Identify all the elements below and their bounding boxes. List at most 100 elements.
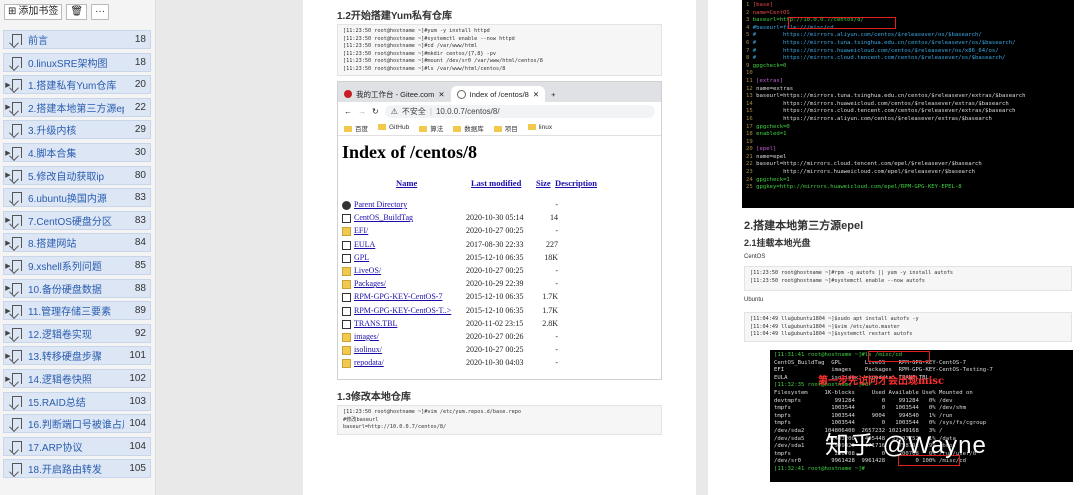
- bookmark-link[interactable]: 项目: [493, 123, 518, 133]
- listing-row: RPM-GPG-KEY-CentOS-7 2015-12-10 06:35 1.7K: [342, 292, 657, 304]
- entry-link[interactable]: EULA: [354, 240, 375, 249]
- line-text: # https://mirrors.tuna.tsinghua.edu.cn/c…: [752, 39, 1016, 46]
- column-size-link[interactable]: Size: [536, 178, 551, 188]
- line-number: 16: [746, 115, 753, 122]
- sidebar-item[interactable]: 0.linuxSRE架构图 18: [3, 52, 151, 72]
- sidebar-item-label: 1.搭建私有Yum仓库: [28, 81, 117, 93]
- entry-date: 2015-12-10 06:35: [466, 252, 524, 262]
- more-button[interactable]: ···: [91, 4, 110, 20]
- terminal-line: 24 gpgcheck=1: [746, 177, 1070, 185]
- globe-icon: [456, 89, 466, 99]
- sidebar-item[interactable]: 18.开启路由转发 105: [3, 459, 151, 479]
- line-number: 14: [746, 100, 753, 107]
- column-description-link[interactable]: Description: [555, 178, 597, 188]
- label-ubuntu: Ubuntu: [744, 297, 764, 303]
- close-icon[interactable]: ✕: [438, 90, 444, 99]
- new-tab-button[interactable]: +: [545, 86, 561, 102]
- entry-link[interactable]: images/: [354, 332, 379, 341]
- entry-link[interactable]: isolinux/: [354, 345, 382, 354]
- reload-icon[interactable]: ↻: [372, 107, 379, 116]
- bookmark-icon: [12, 463, 22, 475]
- bookmark-link[interactable]: linux: [527, 124, 552, 131]
- sidebar-item[interactable]: ▶ 8.搭建网站 84: [3, 233, 151, 253]
- tab-index[interactable]: Index of /centos/8 ✕: [450, 86, 546, 102]
- entry-link[interactable]: Packages/: [354, 279, 386, 288]
- sidebar-item-label: 2.搭建本地第三方源epel: [28, 103, 124, 115]
- gitee-icon: [344, 90, 352, 98]
- sidebar-item[interactable]: ▶ 4.脚本合集 30: [3, 143, 151, 162]
- sidebar-item[interactable]: ▶ 9.xshell系列问题 85: [3, 256, 151, 275]
- bookmark-icon: [12, 101, 22, 113]
- entry-link[interactable]: CentOS_BuildTag: [354, 213, 413, 222]
- column-modified-link[interactable]: Last modified: [471, 178, 521, 188]
- sidebar-item[interactable]: ▶ 12.逻辑卷实现 92: [3, 323, 151, 343]
- sidebar-item[interactable]: ▶ 14.逻辑卷快照 102: [3, 369, 151, 388]
- entry-link[interactable]: TRANS.TBL: [354, 319, 397, 328]
- folder-icon: [342, 227, 351, 237]
- back-icon[interactable]: ←: [344, 107, 352, 116]
- sidebar-item[interactable]: ▶ 13.转移硬盘步骤 101: [3, 346, 151, 366]
- entry-link[interactable]: repodata/: [354, 358, 384, 367]
- sidebar-item[interactable]: 6.ubuntu换国内源 83: [3, 188, 151, 208]
- entry-size: 1.7K: [542, 292, 558, 302]
- bookmark-link[interactable]: 算法: [419, 123, 443, 133]
- new-tab-label: +: [551, 89, 556, 99]
- line-text: enabled=1: [756, 131, 787, 138]
- sidebar-item[interactable]: 3.升级内核 29: [3, 120, 151, 140]
- entry-link[interactable]: LiveOS/: [354, 266, 381, 275]
- bookmark-icon: [12, 260, 22, 271]
- bookmark-icon: [12, 147, 22, 158]
- tab-gitee[interactable]: 我的工作台 - Gitee.com ✕: [338, 86, 451, 102]
- add-bookmark-button[interactable]: ⊞ 添加书签: [4, 4, 63, 20]
- close-icon[interactable]: ✕: [533, 90, 539, 99]
- sidebar-item[interactable]: 15.RAID总结 103: [3, 391, 151, 411]
- sidebar-item-label: 10.备份硬盘数据: [28, 284, 102, 296]
- browser-screenshot: 我的工作台 - Gitee.com ✕ Index of /centos/8 ✕ +…: [337, 81, 662, 380]
- sidebar-item-label: 15.RAID总结: [28, 397, 86, 409]
- sidebar-item[interactable]: ▶2.搭建本地第三方源epel22: [3, 97, 151, 117]
- folder-icon: [419, 125, 428, 132]
- sidebar-item[interactable]: 16.判断端口号被谁占用 104: [3, 414, 151, 434]
- line-number: 9: [746, 62, 750, 69]
- terminal-line: 16 https://mirrors.aliyun.com/centos/$re…: [746, 116, 1070, 124]
- delete-bookmark-button[interactable]: 🗑: [66, 4, 88, 20]
- sidebar-item[interactable]: ▶ 10.备份硬盘数据 88: [3, 278, 151, 298]
- sidebar-toolbar: ⊞ 添加书签 🗑 ···: [0, 0, 155, 24]
- bookmark-icon: [12, 56, 22, 68]
- bookmark-link[interactable]: GitHub: [378, 124, 409, 131]
- sidebar-item-page: 83: [134, 192, 146, 204]
- entry-size: -: [555, 332, 558, 341]
- sidebar-item[interactable]: ▶ 5.修改自动获取ip 80: [3, 165, 151, 185]
- line-text: name=CentOS: [752, 9, 790, 16]
- entry-link[interactable]: GPL: [354, 253, 369, 262]
- sidebar-item[interactable]: ▶ 1.搭建私有Yum仓库 20: [3, 75, 151, 95]
- sidebar-item-page: 29: [134, 124, 146, 136]
- sidebar-item-label: 11.管理存储三要素: [28, 307, 112, 319]
- bookmark-icon: [12, 305, 22, 317]
- line-number: 25: [746, 184, 753, 191]
- entry-link[interactable]: Parent Directory: [354, 200, 407, 209]
- url-input[interactable]: ⚠ 不安全 | 10.0.0.7/centos/8/: [384, 104, 655, 118]
- sidebar-item[interactable]: 前言 18: [3, 30, 151, 49]
- forward-icon[interactable]: →: [358, 107, 366, 116]
- entry-link[interactable]: RPM-GPG-KEY-CentOS-7: [354, 292, 442, 301]
- column-name-link[interactable]: Name: [396, 178, 417, 188]
- insecure-label: 不安全: [401, 106, 426, 116]
- folder-icon: [378, 124, 386, 131]
- sidebar-item[interactable]: ▶ 11.管理存储三要素 89: [3, 301, 151, 321]
- entry-link[interactable]: EFI/: [354, 226, 368, 235]
- line-text: [epel]: [756, 146, 777, 153]
- line-number: 8: [746, 55, 750, 62]
- sidebar-item[interactable]: 17.ARP协议 104: [3, 436, 151, 456]
- line-text: http://mirrors.huaweicloud.com/epel/$rel…: [756, 169, 976, 176]
- terminal-line: 12 name=extras: [746, 86, 1070, 94]
- line-number: 11: [746, 77, 753, 84]
- line-number: 21: [746, 153, 753, 160]
- sidebar-item[interactable]: ▶ 7.CentOS硬盘分区 83: [3, 210, 151, 230]
- entry-link[interactable]: RPM-GPG-KEY-CentOS-T..>: [354, 306, 451, 315]
- sidebar-item-page: 30: [134, 147, 146, 158]
- terminal-line: 8 # https://mirrors.cloud.tencent.com/ce…: [746, 55, 1070, 63]
- sidebar-item-page: 102: [129, 373, 146, 384]
- bookmark-link[interactable]: 百度: [344, 123, 368, 133]
- bookmark-link[interactable]: 数据库: [453, 123, 484, 133]
